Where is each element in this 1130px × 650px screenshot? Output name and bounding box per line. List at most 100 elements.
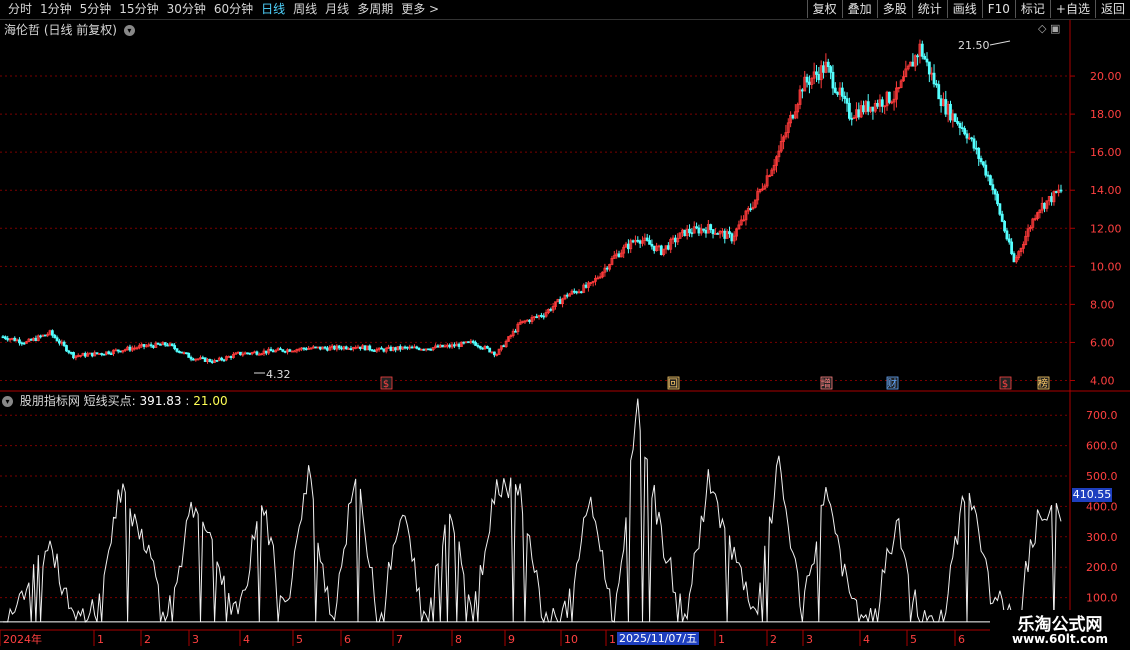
candle-body [749, 208, 753, 210]
action-button-2[interactable]: 多股 [876, 0, 912, 18]
action-button-7[interactable]: +自选 [1049, 0, 1095, 18]
candle-body [991, 184, 995, 191]
period-tab-9[interactable]: 多周期 [353, 1, 397, 18]
candle-body [380, 347, 383, 350]
candle-body [429, 348, 433, 351]
candle-body [239, 351, 242, 356]
candle-body [340, 347, 343, 350]
candle-body [631, 240, 635, 243]
candle-body [448, 344, 452, 348]
period-tab-8[interactable]: 月线 [321, 1, 353, 18]
candle-body [373, 350, 376, 352]
period-tab-0[interactable]: 分时 [4, 1, 36, 18]
candle-body [471, 340, 475, 343]
candle-body [829, 66, 832, 73]
chart-canvas[interactable]: 20.0018.0016.0014.0012.0010.008.006.004.… [0, 0, 1130, 650]
candle-body [116, 349, 120, 352]
indicator-tick-label: 100.0 [1086, 592, 1118, 605]
candle-body [688, 228, 691, 234]
date-label-2: 2 [144, 633, 151, 646]
period-tab-1[interactable]: 1分钟 [36, 1, 76, 18]
candle-body [192, 358, 195, 361]
period-tab-10[interactable]: 更多 > [397, 1, 443, 18]
date-label-13: 2 [770, 633, 777, 646]
candle-body [982, 161, 985, 166]
candle-body [95, 352, 99, 355]
candle-body [492, 351, 496, 356]
indicator-value-2: 21.00 [193, 394, 228, 408]
chevron-down-icon[interactable]: ▾ [2, 396, 13, 407]
period-tab-4[interactable]: 30分钟 [163, 1, 210, 18]
period-tab-2[interactable]: 5分钟 [76, 1, 116, 18]
candle-body [269, 348, 273, 352]
action-button-0[interactable]: 复权 [806, 0, 842, 18]
indicator-tick-label: 400.0 [1086, 500, 1118, 513]
candle-body [427, 348, 430, 351]
price-tick-label: 10.00 [1090, 260, 1122, 273]
candle-body [255, 351, 259, 355]
candle-body [963, 128, 967, 135]
candle-body [960, 127, 964, 130]
candle-body [977, 147, 981, 159]
period-tab-3[interactable]: 15分钟 [115, 1, 162, 18]
candle-body [156, 342, 160, 345]
candle-body [83, 352, 87, 357]
candle-body [109, 353, 113, 355]
window-icon[interactable]: ▣ [1050, 22, 1060, 35]
event-marker-2: 增 [821, 377, 831, 390]
candle-body [925, 58, 929, 63]
diamond-icon[interactable]: ◇ [1038, 22, 1046, 35]
candle-body [826, 61, 830, 68]
candle-body [189, 357, 193, 360]
candle-body [723, 230, 727, 239]
candle-body [398, 346, 402, 350]
action-button-1[interactable]: 叠加 [841, 0, 877, 18]
candle-body [984, 164, 988, 176]
candle-body [1, 336, 5, 339]
candle-body [128, 346, 132, 351]
watermark: 乐淘公式网 www.60lt.com [990, 610, 1130, 650]
candle-body [415, 346, 419, 349]
price-tick-label: 6.00 [1090, 336, 1115, 349]
action-button-6[interactable]: 标记 [1014, 0, 1050, 18]
candle-body [333, 345, 336, 350]
period-tab-7[interactable]: 周线 [289, 1, 321, 18]
action-button-8[interactable]: 返回 [1094, 0, 1130, 18]
period-tab-6[interactable]: 日线 [257, 1, 289, 18]
candle-body [986, 174, 990, 177]
date-label-3: 3 [192, 633, 199, 646]
candle-body [711, 229, 715, 235]
action-button-5[interactable]: F10 [981, 0, 1015, 18]
action-button-4[interactable]: 画线 [946, 0, 982, 18]
candle-body [457, 343, 461, 347]
candle-body [850, 117, 854, 120]
candle-body [549, 308, 553, 311]
candle-body [542, 315, 546, 318]
candle-body [72, 352, 75, 359]
candle-body [215, 359, 219, 362]
candle-body [996, 193, 999, 205]
candle-body [65, 345, 68, 352]
candle-body [283, 350, 287, 353]
candle-body [728, 231, 731, 235]
candle-body [293, 350, 296, 353]
date-label-1: 1 [97, 633, 104, 646]
indicator-sep: : [185, 394, 190, 408]
period-tab-5[interactable]: 60分钟 [210, 1, 257, 18]
candle-body [149, 344, 153, 347]
candle-body [481, 347, 485, 350]
candle-body [944, 99, 948, 115]
action-button-3[interactable]: 统计 [911, 0, 947, 18]
period-tabs: 分时 1分钟 5分钟 15分钟 30分钟 60分钟 日线 周线 月线 多周期 更多 > [4, 1, 443, 18]
candle-body [20, 342, 24, 345]
candle-body [572, 290, 576, 293]
candle-body [436, 345, 440, 348]
candle-body [67, 350, 71, 353]
action-buttons: 复权 叠加 多股 统计 画线 F10 标记 +自选 返回 [806, 0, 1130, 18]
candle-body [862, 105, 865, 113]
candle-body [575, 291, 579, 294]
candle-body [540, 315, 543, 317]
candle-body [937, 84, 941, 100]
chevron-down-icon[interactable]: ▾ [123, 25, 135, 36]
candle-body [453, 344, 456, 347]
